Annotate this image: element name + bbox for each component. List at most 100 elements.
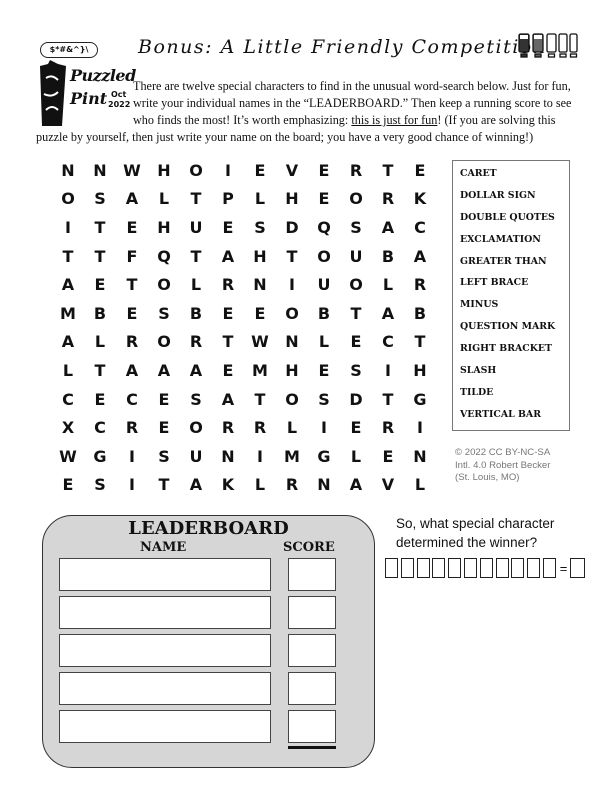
name-entry-box[interactable] bbox=[59, 634, 271, 667]
grid-cell: I bbox=[225, 160, 231, 180]
answer-letter-box[interactable] bbox=[432, 558, 446, 578]
grid-cell: T bbox=[382, 389, 394, 409]
name-entry-box[interactable] bbox=[59, 558, 271, 591]
winner-question: So, what special character determined th… bbox=[396, 514, 576, 552]
grid-cell: V bbox=[381, 475, 395, 495]
word-search-grid: NNWHOIEVERTEOSALTPLHEORKITEHUESDQSACTTFQ… bbox=[52, 156, 436, 499]
grid-cell: W bbox=[251, 332, 269, 352]
name-entry-box[interactable] bbox=[59, 672, 271, 705]
grid-cell: K bbox=[221, 475, 235, 495]
grid-cell: A bbox=[61, 275, 75, 295]
answer-letter-box[interactable] bbox=[527, 558, 541, 578]
word-list-item: VERTICAL BAR bbox=[460, 408, 541, 420]
score-entry-box[interactable] bbox=[288, 596, 336, 629]
grid-cell: L bbox=[286, 418, 298, 438]
word-list-item: DOLLAR SIGN bbox=[460, 189, 536, 201]
score-entry-box[interactable] bbox=[288, 634, 336, 667]
grid-cell: N bbox=[317, 475, 331, 495]
question-line-2: determined the winner? bbox=[396, 535, 538, 550]
answer-letter-box[interactable] bbox=[495, 558, 509, 578]
grid-cell: O bbox=[157, 332, 171, 352]
grid-cell: C bbox=[62, 389, 74, 409]
name-column-header: NAME bbox=[140, 540, 187, 555]
grid-cell: O bbox=[189, 160, 203, 180]
grid-cell: H bbox=[413, 360, 427, 380]
copyright-line-2: Intl. 4.0 Robert Becker bbox=[455, 459, 551, 471]
word-list-item: GREATER THAN bbox=[460, 255, 547, 267]
grid-cell: E bbox=[254, 303, 266, 323]
grid-cell: I bbox=[289, 275, 295, 295]
grid-cell: L bbox=[190, 275, 202, 295]
word-list-item: EXCLAMATION bbox=[460, 233, 541, 245]
answer-character-box[interactable] bbox=[570, 558, 586, 578]
grid-cell: A bbox=[125, 189, 139, 209]
grid-cell: I bbox=[129, 475, 135, 495]
grid-cell: P bbox=[222, 189, 234, 209]
answer-letter-box[interactable] bbox=[479, 558, 493, 578]
page-title: Bonus: A Little Friendly Competition bbox=[138, 36, 547, 58]
grid-cell: E bbox=[222, 217, 234, 237]
grid-cell: T bbox=[382, 160, 394, 180]
grid-cell: E bbox=[318, 160, 330, 180]
answer-letter-box[interactable] bbox=[463, 558, 477, 578]
grid-cell: E bbox=[126, 303, 138, 323]
grid-cell: R bbox=[253, 418, 267, 438]
grid-cell: R bbox=[125, 332, 139, 352]
question-line-1: So, what special character bbox=[396, 516, 555, 531]
grid-cell: R bbox=[221, 418, 235, 438]
grid-cell: S bbox=[158, 446, 170, 466]
grid-cell: O bbox=[61, 189, 75, 209]
answer-letter-box[interactable] bbox=[542, 558, 556, 578]
answer-letter-box[interactable] bbox=[400, 558, 414, 578]
grid-cell: A bbox=[189, 360, 203, 380]
grid-cell: U bbox=[189, 446, 203, 466]
grid-cell: A bbox=[349, 475, 363, 495]
grid-cell: T bbox=[94, 360, 106, 380]
grid-cell: U bbox=[189, 217, 203, 237]
score-entry-box[interactable] bbox=[288, 558, 336, 591]
grid-cell: A bbox=[157, 360, 171, 380]
grid-cell: L bbox=[350, 446, 362, 466]
grid-cell: O bbox=[157, 275, 171, 295]
answer-letter-box[interactable] bbox=[448, 558, 462, 578]
grid-cell: R bbox=[381, 189, 395, 209]
word-list: CARET DOLLAR SIGN DOUBLE QUOTES EXCLAMATION… bbox=[452, 160, 570, 431]
score-total-line bbox=[288, 746, 336, 749]
grid-cell: I bbox=[321, 418, 327, 438]
grid-cell: V bbox=[285, 160, 299, 180]
answer-letter-box[interactable] bbox=[416, 558, 430, 578]
grid-cell: A bbox=[381, 303, 395, 323]
grid-cell: O bbox=[349, 189, 363, 209]
grid-cell: I bbox=[129, 446, 135, 466]
grid-cell: R bbox=[189, 332, 203, 352]
grid-cell: X bbox=[61, 418, 75, 438]
grid-cell: B bbox=[317, 303, 331, 323]
grid-cell: A bbox=[413, 246, 427, 266]
grid-cell: T bbox=[286, 246, 298, 266]
answer-letter-box[interactable] bbox=[385, 558, 398, 578]
grid-cell: L bbox=[94, 332, 106, 352]
answer-boxes: = bbox=[385, 557, 586, 579]
grid-cell: A bbox=[221, 246, 235, 266]
copyright-notice: © 2022 CC BY-NC-SA Intl. 4.0 Robert Beck… bbox=[455, 447, 580, 485]
grid-cell: W bbox=[123, 160, 141, 180]
grid-cell: S bbox=[350, 360, 362, 380]
grid-cell: N bbox=[61, 160, 75, 180]
grid-cell: T bbox=[414, 332, 426, 352]
grid-cell: E bbox=[414, 160, 426, 180]
grid-cell: F bbox=[126, 246, 138, 266]
grid-cell: O bbox=[285, 303, 299, 323]
beer-mugs-icon bbox=[518, 33, 578, 58]
grid-cell: E bbox=[158, 389, 170, 409]
score-entry-box[interactable] bbox=[288, 710, 336, 743]
copyright-line-1: © 2022 CC BY-NC-SA bbox=[455, 447, 551, 458]
name-entry-box[interactable] bbox=[59, 596, 271, 629]
score-column-header: SCORE bbox=[283, 540, 335, 555]
copyright-line-3: (St. Louis, MO) bbox=[455, 472, 520, 483]
answer-letter-box[interactable] bbox=[511, 558, 525, 578]
grid-cell: O bbox=[285, 389, 299, 409]
grid-cell: M bbox=[284, 446, 300, 466]
word-list-item: QUESTION MARK bbox=[460, 321, 556, 333]
name-entry-box[interactable] bbox=[59, 710, 271, 743]
score-entry-box[interactable] bbox=[288, 672, 336, 705]
